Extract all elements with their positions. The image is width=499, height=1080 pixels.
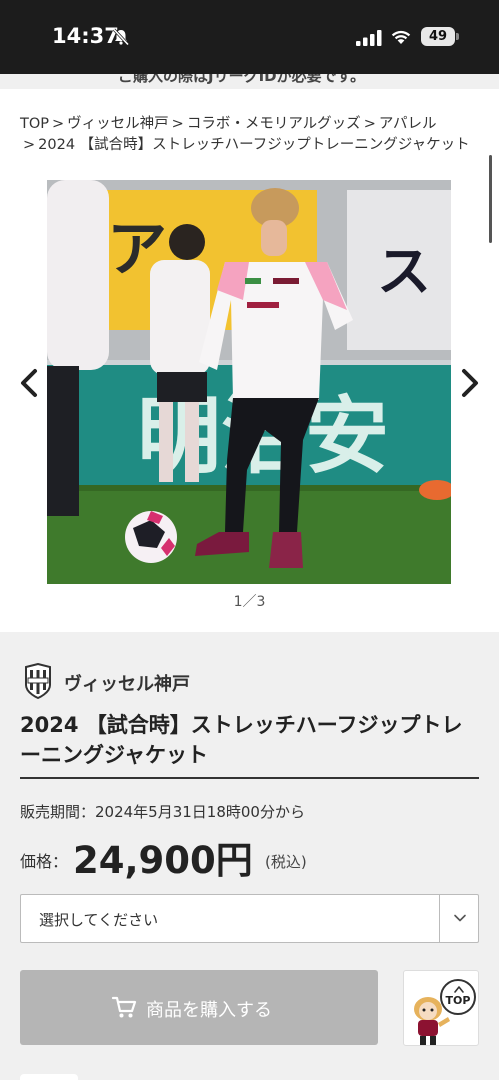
page-scrollbar[interactable]: [489, 155, 492, 243]
signal-icon: [356, 30, 382, 46]
buy-button-label: 商品を購入する: [146, 1000, 272, 1021]
title-divider: [20, 777, 479, 779]
breadcrumb-separator: >: [171, 116, 184, 132]
notice-text: ご購入の際はJリーグIDが必要です。: [118, 74, 366, 85]
price-value: 24,900円: [73, 839, 253, 882]
back-to-top-button[interactable]: TOP: [403, 970, 479, 1046]
club-name[interactable]: ヴィッセル神戸: [64, 670, 190, 696]
top-badge-label: TOP: [445, 994, 471, 1007]
price-tax-note: (税込): [265, 853, 307, 871]
breadcrumb-apparel[interactable]: アパレル: [379, 116, 437, 132]
gallery-next-arrow-icon[interactable]: [456, 368, 482, 398]
vissel-kobe-crest-icon: [25, 663, 51, 699]
svg-text:ス: ス: [377, 240, 431, 303]
breadcrumb-current: 2024 【試合時】ストレッチハーフジップトレーニングジャケット: [38, 137, 470, 153]
gallery-counter: 1／3: [233, 594, 266, 610]
breadcrumb: TOP > ヴィッセル神戸 > コラボ・メモリアルグッズ > アパレル> 2024 【試合時】…: [20, 114, 485, 156]
chevron-down-icon: [454, 914, 466, 922]
breadcrumb-top[interactable]: TOP: [20, 116, 49, 132]
product-image-gallery[interactable]: ア ス 明治安: [47, 180, 451, 584]
battery-indicator: 49: [421, 27, 455, 46]
buy-button[interactable]: 商品を購入する: [20, 970, 378, 1045]
price-label: 価格：: [20, 852, 69, 871]
cart-icon: [111, 996, 137, 1018]
select-divider: [439, 895, 440, 942]
sale-period: 販売期間：2024年5月31日18時00分から: [20, 803, 305, 821]
breadcrumb-separator: >: [52, 116, 65, 132]
breadcrumb-separator: >: [363, 116, 376, 132]
top-badge: TOP: [440, 979, 476, 1015]
battery-tip: [456, 33, 459, 40]
status-bar: 14:37 49: [0, 0, 499, 74]
next-section-peek: [20, 1074, 78, 1080]
status-time: 14:37: [52, 24, 119, 48]
jleague-id-notice: ご購入の際はJリーグIDが必要です。: [0, 74, 499, 89]
gallery-prev-arrow-icon[interactable]: [17, 368, 43, 398]
variant-select[interactable]: 選択してください: [20, 894, 479, 943]
wifi-icon: [391, 30, 411, 44]
breadcrumb-separator: >: [23, 137, 36, 153]
breadcrumb-club[interactable]: ヴィッセル神戸: [67, 116, 169, 132]
product-title: 2024 【試合時】ストレッチハーフジップトレーニングジャケット: [20, 713, 463, 767]
breadcrumb-collab-goods[interactable]: コラボ・メモリアルグッズ: [187, 116, 361, 132]
chevron-up-icon: [454, 986, 464, 993]
bell-muted-icon: [112, 28, 130, 46]
product-photo: ア ス 明治安: [47, 180, 451, 584]
variant-select-value: 選択してください: [39, 911, 159, 929]
